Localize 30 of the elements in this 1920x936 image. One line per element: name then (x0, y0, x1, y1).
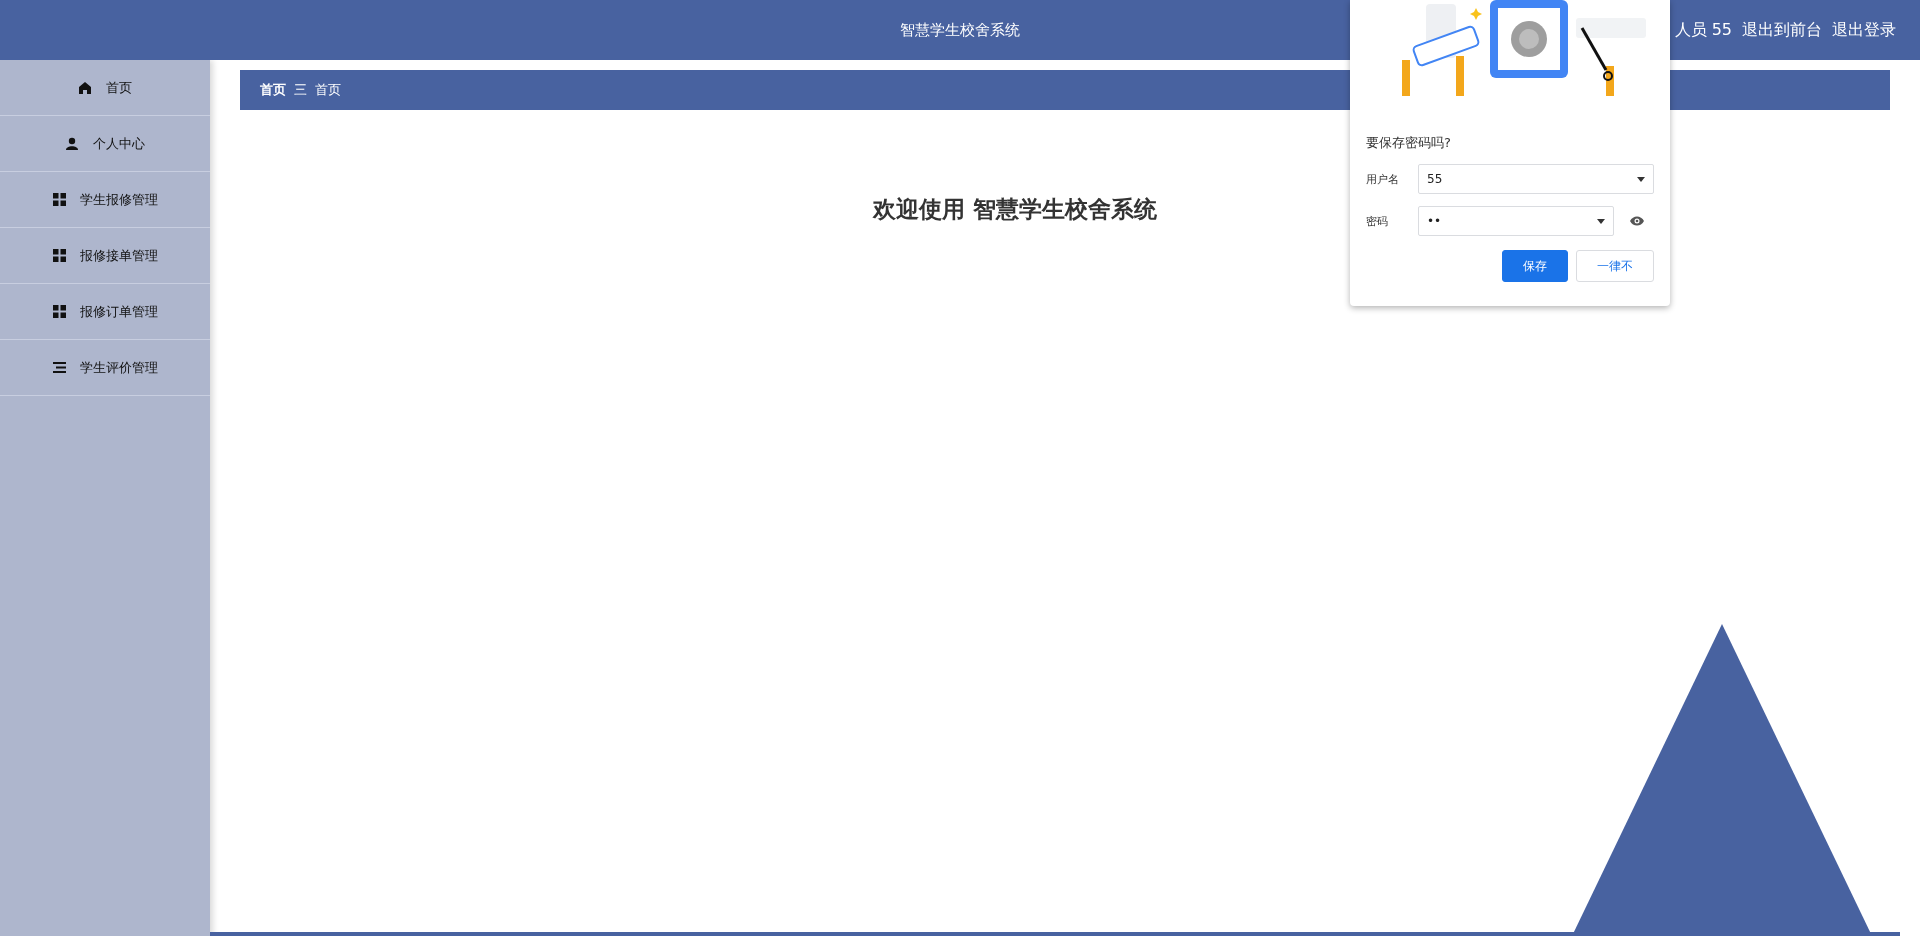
user-name: 人员 55 (1674, 19, 1732, 41)
field-label: 密码 (1366, 213, 1389, 229)
list-icon (52, 362, 66, 373)
breadcrumb-item[interactable]: 首页 (315, 81, 341, 99)
header-link[interactable]: 退出登录 (1832, 19, 1896, 41)
dropdown-field[interactable]: 55 (1418, 164, 1654, 194)
person-icon (65, 136, 79, 151)
sidebar-item[interactable]: 报修接单管理 (0, 228, 210, 284)
never-button[interactable]: 一律不 (1576, 250, 1654, 282)
app-title: 智慧学生校舍系统 (900, 20, 1020, 40)
breadcrumb-item[interactable]: 首页 (260, 81, 286, 99)
field-label: 用户名 (1366, 171, 1400, 187)
home-icon (78, 80, 92, 95)
header-link[interactable]: 退出到前台 (1742, 19, 1822, 41)
grid-icon (52, 193, 66, 206)
eye-icon[interactable] (1630, 216, 1644, 226)
grid-icon (52, 249, 66, 262)
caret-icon (1637, 176, 1645, 182)
caret-icon (1597, 218, 1605, 224)
breadcrumb-separator: 三 (294, 81, 307, 99)
grid-icon (52, 305, 66, 318)
dropdown-field[interactable]: •• (1418, 206, 1614, 236)
sidebar-item[interactable]: 首页 (0, 60, 210, 116)
sidebar-item[interactable]: 报修订单管理 (0, 284, 210, 340)
welcome-heading: 欢迎使用 智慧学生校舍系统 (873, 196, 1157, 222)
sidebar-item[interactable]: 学生评价管理 (0, 340, 210, 396)
save-button[interactable]: 保存 (1502, 250, 1568, 282)
sidebar-item[interactable]: 个人中心 (0, 116, 210, 172)
dialog-question: 要保存密码吗? (1366, 134, 1451, 152)
sidebar-item[interactable]: 学生报修管理 (0, 172, 210, 228)
